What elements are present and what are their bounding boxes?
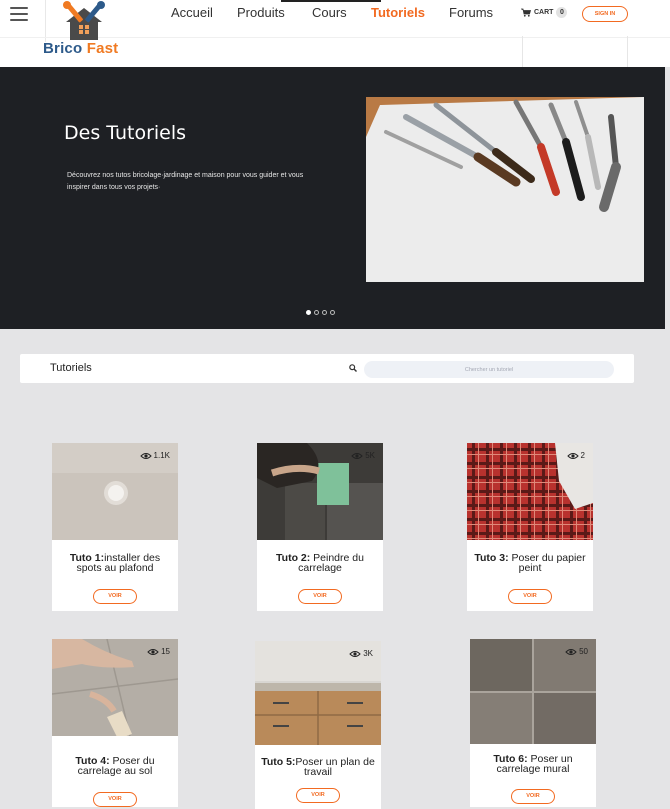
- eye-icon: [566, 452, 579, 459]
- tutorials-search-bar: Tutoriels: [20, 354, 634, 383]
- sign-in-button[interactable]: SIGN IN: [582, 6, 628, 22]
- search-input[interactable]: [364, 361, 614, 378]
- header-side-panel: [522, 36, 628, 67]
- voir-button[interactable]: VOIR: [298, 589, 342, 604]
- carousel-dots: [306, 310, 335, 315]
- nav-forums[interactable]: Forums: [449, 5, 493, 20]
- views-counter: 5K: [351, 451, 375, 460]
- cart-label: CART: [534, 9, 554, 16]
- tutorial-title: Tuto 4: Poser du carrelage au sol: [75, 755, 155, 777]
- hamburger-menu-icon[interactable]: [10, 7, 28, 21]
- voir-button[interactable]: VOIR: [511, 789, 555, 804]
- nav-accueil[interactable]: Accueil: [171, 5, 213, 20]
- hero-tools-image: [366, 97, 644, 282]
- tutorial-card-6: 50 Tuto 6: Poser un carrelage mural VOIR: [470, 639, 596, 807]
- views-count: 3K: [363, 649, 373, 658]
- tutorial-title: Tuto 6: Poser un carrelage mural: [493, 753, 573, 775]
- search-icon[interactable]: [349, 364, 357, 372]
- eye-icon: [147, 648, 159, 655]
- views-count: 5K: [365, 451, 375, 460]
- nav-active-indicator: [281, 0, 381, 2]
- views-counter: 2: [566, 451, 585, 460]
- carousel-dot-4[interactable]: [330, 310, 335, 315]
- eye-icon: [139, 452, 152, 459]
- views-counter: 15: [147, 647, 170, 656]
- carousel-dot-1[interactable]: [306, 310, 311, 315]
- views-count: 2: [580, 451, 585, 460]
- voir-button[interactable]: VOIR: [508, 589, 552, 604]
- tutorial-title: Tuto 2: Peindre du carrelage: [276, 552, 364, 574]
- eye-icon: [351, 452, 363, 459]
- tutorial-card-4: 15 Tuto 4: Poser du carrelage au sol VOI…: [52, 639, 178, 807]
- tutorial-card-2: 5K Tuto 2: Peindre du carrelage VOIR: [257, 443, 383, 611]
- logo-text: Brico Fast: [43, 40, 119, 57]
- cart-count-badge: 0: [556, 7, 568, 18]
- hero-description: Découvrez nos tutos bricolage·jardinage …: [67, 172, 304, 191]
- house-tools-logo-icon: [63, 1, 105, 40]
- nav-tutoriels[interactable]: Tutoriels: [371, 5, 425, 20]
- eye-icon: [349, 650, 361, 657]
- eye-icon: [565, 648, 577, 655]
- views-counter: 3K: [349, 649, 373, 658]
- voir-button[interactable]: VOIR: [93, 589, 137, 604]
- nav-cours[interactable]: Cours: [312, 5, 347, 20]
- tutorial-title: Tuto 3: Poser du papier peint: [474, 552, 586, 574]
- tutorial-card-1: 1.1K Tuto 1:installer des spots au plafo…: [52, 443, 178, 611]
- views-counter: 50: [565, 647, 588, 656]
- tutorial-card-5: 3K Tuto 5:Poser un plan de travail VOIR: [255, 641, 381, 809]
- views-count: 1.1K: [153, 451, 170, 460]
- cart-icon: [521, 8, 531, 17]
- views-counter: 1.1K: [139, 451, 170, 460]
- section-label: Tutoriels: [50, 362, 92, 374]
- hero-title: Des Tutoriels: [64, 122, 187, 144]
- nav-produits[interactable]: Produits: [237, 5, 285, 20]
- views-count: 50: [579, 647, 588, 656]
- tutorial-card-3: 2 Tuto 3: Poser du papier peint VOIR: [467, 443, 593, 611]
- site-header: Brico Fast Accueil Produits Cours Tutori…: [0, 0, 670, 67]
- tutorial-title: Tuto 1:installer des spots au plafond: [69, 552, 161, 574]
- views-count: 15: [161, 647, 170, 656]
- brico-fast-logo[interactable]: Brico Fast: [40, 0, 136, 58]
- tutorial-title: Tuto 5:Poser un plan de travail: [261, 756, 375, 778]
- carousel-dot-3[interactable]: [322, 310, 327, 315]
- voir-button[interactable]: VOIR: [93, 792, 137, 807]
- carousel-dot-2[interactable]: [314, 310, 319, 315]
- hero-banner: Des Tutoriels Découvrez nos tutos bricol…: [0, 67, 665, 329]
- cart-button[interactable]: CART 0: [521, 7, 568, 18]
